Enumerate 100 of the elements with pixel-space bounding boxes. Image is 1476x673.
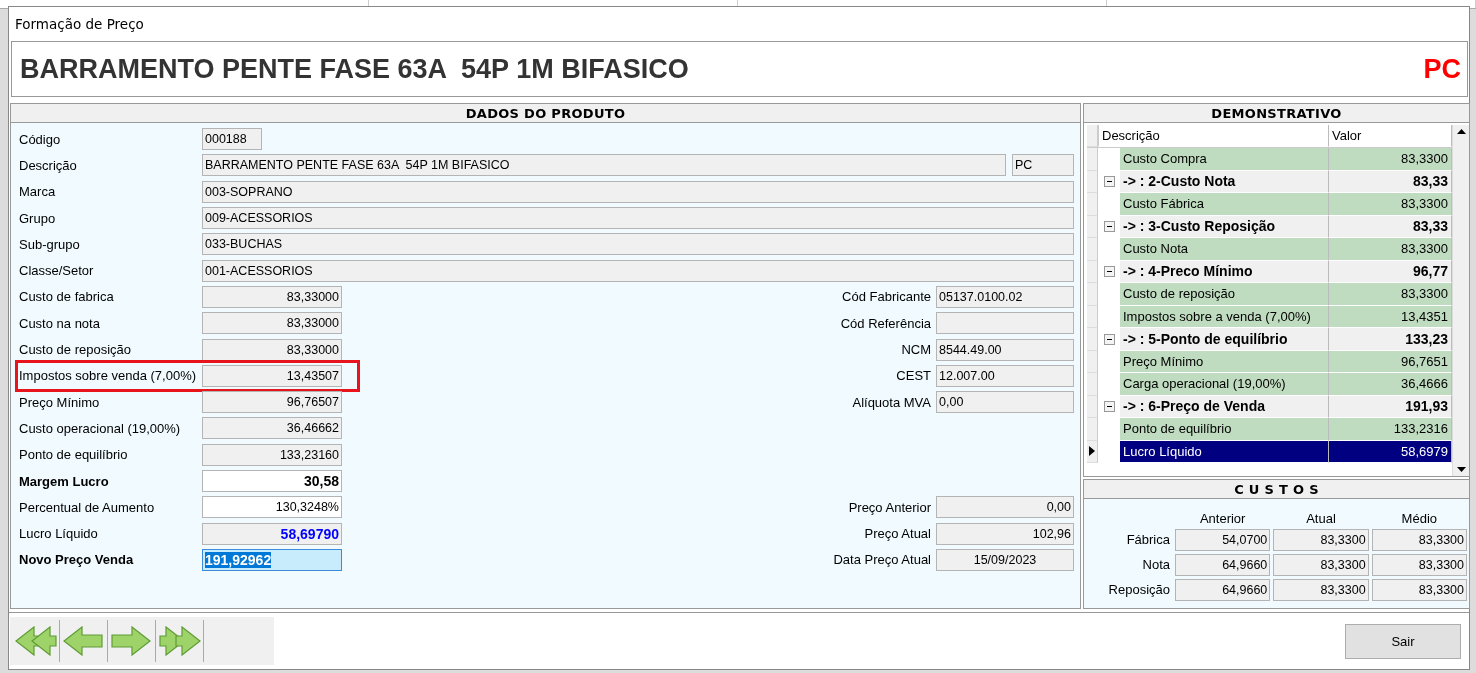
field-label: Data Preço Atual — [833, 552, 931, 568]
field-label: Descrição — [19, 157, 78, 173]
readonly-field: 96,76507 — [202, 391, 342, 414]
group-value-cell: 83,33 — [1329, 170, 1452, 193]
group-cell[interactable]: -> : 2-Custo Nota — [1120, 170, 1329, 193]
nav-button[interactable] — [156, 620, 204, 662]
column-header: Atual — [1305, 511, 1337, 527]
section-header: DEMONSTRATIVO — [1084, 104, 1469, 123]
readonly-field: 0,00 — [936, 496, 1074, 519]
group-value-cell: 96,77 — [1329, 260, 1452, 283]
group-cell[interactable]: -> : 4-Preco Mínimo — [1120, 260, 1329, 283]
field-label: CEST — [896, 368, 931, 384]
row-label: Fábrica — [1125, 532, 1171, 547]
value-cell: 83,3300 — [1329, 193, 1452, 216]
field-label: Custo operacional (19,00%) — [19, 420, 182, 436]
value-cell: 83,3300 — [1329, 148, 1452, 171]
tree-cell[interactable]: Ponto de equilíbrio — [1120, 418, 1329, 441]
group-cell[interactable]: -> : 5-Ponto de equilíbrio — [1120, 328, 1329, 351]
readonly-field: 0,00 — [936, 391, 1074, 414]
field-label: Preço Atual — [864, 526, 931, 542]
price-input[interactable]: 191,92962 — [202, 548, 342, 571]
value-cell: 36,4666 — [1329, 373, 1452, 396]
field-label: Percentual de Aumento — [19, 499, 156, 515]
readonly-field: 15/09/2023 — [936, 548, 1074, 571]
readonly-field: 12.007.00 — [936, 364, 1074, 387]
readonly-field: 13,43507 — [202, 364, 342, 387]
value-cell: 133,2316 — [1329, 418, 1452, 441]
readonly-field: 83,3300 — [1371, 578, 1467, 601]
value-cell: 58,6979 — [1329, 440, 1452, 463]
collapse-icon[interactable] — [1103, 221, 1115, 233]
collapse-icon[interactable] — [1103, 176, 1115, 188]
tree-cell[interactable]: Custo de reposição — [1120, 283, 1329, 306]
unit-field: PC — [1012, 154, 1074, 177]
nav-button[interactable] — [108, 620, 156, 662]
row-label: Nota — [1141, 557, 1171, 572]
value-input[interactable]: 30,58 — [202, 470, 342, 492]
readonly-field: 58,69790 — [202, 522, 342, 545]
readonly-field: 83,3300 — [1371, 528, 1467, 551]
readonly-field: 64,9660 — [1175, 553, 1271, 576]
value-cell: 83,3300 — [1329, 283, 1452, 306]
readonly-field: 83,3300 — [1371, 553, 1467, 576]
group-cell[interactable]: -> : 3-Custo Reposição — [1120, 215, 1329, 238]
product-title: BARRAMENTO PENTE FASE 63A 54P 1M BIFASICO — [20, 53, 689, 85]
column-header: Anterior — [1198, 511, 1247, 527]
field-label: Custo de fabrica — [19, 289, 115, 305]
field-label: Código — [19, 131, 62, 147]
collapse-icon[interactable] — [1103, 333, 1115, 345]
tree-cell[interactable]: Custo Compra — [1120, 148, 1329, 171]
readonly-field: 102,96 — [936, 522, 1074, 545]
tree-cell[interactable]: Custo Fábrica — [1120, 193, 1329, 216]
tree-cell[interactable]: Lucro Líquido — [1120, 440, 1329, 463]
readonly-field: 003-SOPRANO — [202, 180, 1074, 203]
readonly-field: 8544.49.00 — [936, 338, 1074, 361]
section-header: DADOS DO PRODUTO — [11, 104, 1080, 123]
readonly-field: 64,9660 — [1175, 578, 1271, 601]
value-cell: 96,7651 — [1329, 350, 1452, 373]
column-header: Médio — [1400, 511, 1439, 527]
group-cell[interactable]: -> : 6-Preço de Venda — [1120, 395, 1329, 418]
value-input[interactable]: 130,3248% — [202, 496, 342, 519]
readonly-field: 05137.0100.02 — [936, 285, 1074, 308]
readonly-field: 133,23160 — [202, 443, 342, 466]
field-label: Classe/Setor — [19, 263, 95, 279]
field-label: NCM — [901, 342, 931, 357]
value-cell: 13,4351 — [1329, 305, 1452, 328]
readonly-field: 54,0700 — [1175, 528, 1271, 551]
readonly-field: 83,33000 — [202, 338, 342, 361]
readonly-field: 36,46662 — [202, 417, 342, 440]
row-header[interactable] — [1087, 440, 1098, 463]
field-label: Ponto de equilíbrio — [19, 447, 129, 463]
tree-cell[interactable]: Preço Mínimo — [1120, 350, 1329, 373]
left-arrow-icon — [61, 624, 106, 658]
window-title: Formação de Preço — [15, 16, 144, 32]
collapse-icon[interactable] — [1103, 401, 1115, 413]
tree-cell[interactable]: Impostos sobre a venda (7,00%) — [1120, 305, 1329, 328]
field-label: Marca — [19, 184, 57, 200]
field-label: Custo na nota — [19, 315, 101, 331]
field-label: Lucro Líquido — [19, 526, 99, 542]
readonly-field: 83,33000 — [202, 312, 342, 335]
readonly-field: 009-ACESSORIOS — [202, 207, 1074, 230]
double-left-arrow-icon — [13, 624, 58, 658]
field-label: Preço Mínimo — [19, 394, 101, 410]
row-label: Reposição — [1107, 582, 1171, 597]
exit-button[interactable]: Sair — [1345, 623, 1461, 659]
column-header: Descrição — [1098, 125, 1329, 147]
readonly-field: 001-ACESSORIOS — [202, 259, 1074, 282]
readonly-field: 83,3300 — [1273, 528, 1369, 551]
readonly-field: 000188 — [202, 128, 262, 151]
field-label: Custo de reposição — [19, 342, 132, 357]
group-value-cell: 191,93 — [1329, 395, 1452, 418]
tree-cell[interactable]: Carga operacional (19,00%) — [1120, 373, 1329, 396]
field-label: Preço Anterior — [848, 499, 931, 515]
field-label: Grupo — [19, 210, 57, 226]
scrollbar[interactable] — [1452, 125, 1469, 476]
collapse-icon[interactable] — [1103, 266, 1115, 278]
tree-cell[interactable]: Custo Nota — [1120, 238, 1329, 261]
field-label: Impostos sobre venda (7,00%) — [19, 368, 198, 384]
double-right-arrow-icon — [157, 624, 202, 658]
field-label: Cód Referência — [840, 315, 931, 331]
readonly-field: BARRAMENTO PENTE FASE 63A 54P 1M BIFASICO — [202, 154, 1006, 177]
readonly-field: 83,33000 — [202, 285, 342, 308]
